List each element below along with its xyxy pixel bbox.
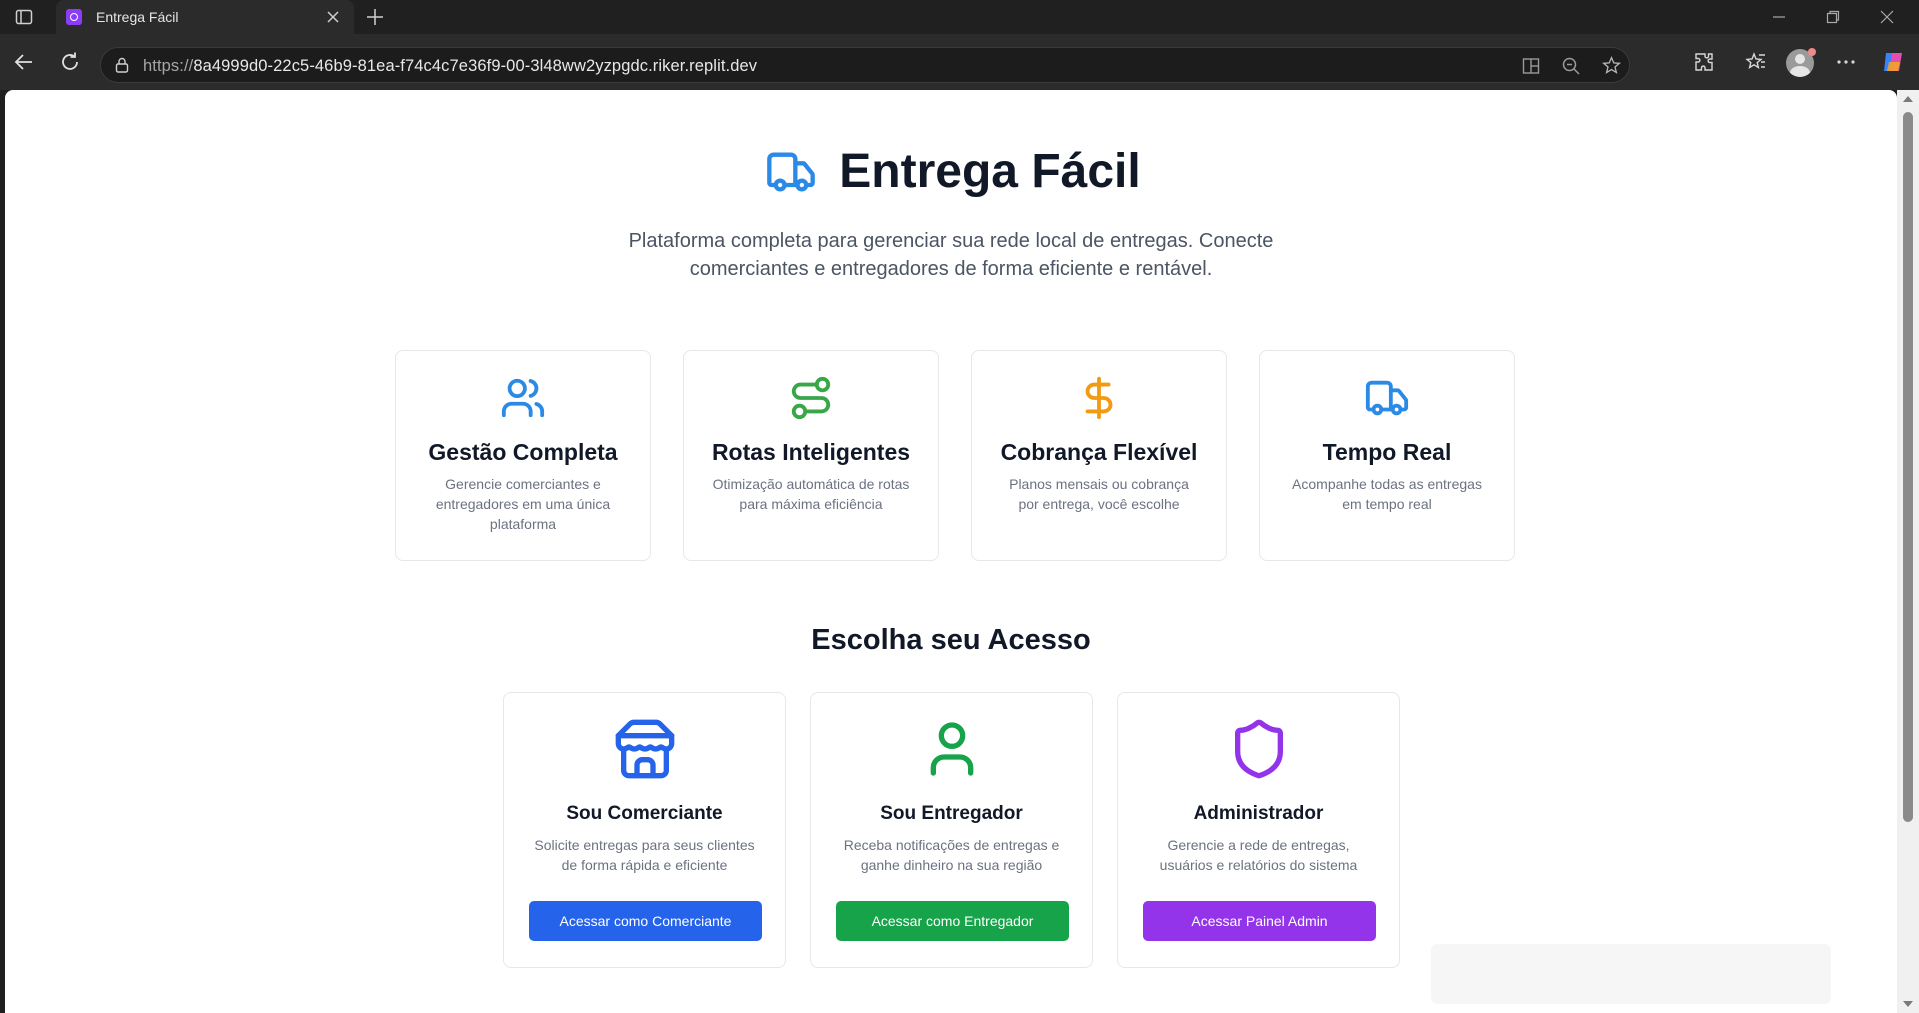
more-icon[interactable] <box>1834 50 1858 74</box>
feature-title: Rotas Inteligentes <box>711 439 911 465</box>
access-card-title: Sou Entregador <box>880 803 1023 824</box>
user-icon <box>930 722 973 776</box>
page-scrollbar[interactable] <box>1897 90 1919 1013</box>
truck-icon <box>1365 380 1409 416</box>
notification-dot <box>1808 48 1816 56</box>
access-card-title: Sou Comerciante <box>566 803 723 824</box>
feature-card-tempo-real: Tempo Real Acompanhe todas as entregas e… <box>1259 350 1515 561</box>
access-card-description: Receba notificações de entregas e ganhe … <box>843 837 1060 873</box>
scroll-down-arrow[interactable] <box>1903 1001 1913 1007</box>
tab-actions-icon[interactable] <box>14 7 34 27</box>
access-card-title: Administrador <box>1193 803 1324 824</box>
features-grid: Gestão Completa Gerencie comerciantes e … <box>395 350 1515 561</box>
feature-card-cobranca: Cobrança Flexível Planos mensais ou cobr… <box>971 350 1227 561</box>
tab-bar: Entrega Fácil <box>0 0 1919 34</box>
feature-card-gestao: Gestão Completa Gerencie comerciantes e … <box>395 350 651 561</box>
split-screen-icon[interactable] <box>1521 56 1541 76</box>
dollar-icon <box>1085 376 1113 420</box>
access-card-admin: Administrador Gerencie a rede de entrega… <box>1117 692 1400 968</box>
hero-section: Entrega Fácil Plataforma completa para g… <box>5 144 1897 283</box>
minimize-icon[interactable] <box>1770 8 1788 26</box>
access-card-description: Solicite entregas para seus clientes de … <box>534 837 755 873</box>
shield-icon <box>1234 719 1283 779</box>
favorites-icon[interactable] <box>1744 50 1768 74</box>
section-title: Escolha seu Acesso <box>811 624 1091 656</box>
address-bar[interactable]: https://8a4999d0-22c5-46b9-81ea-f74c4c7e… <box>100 47 1630 83</box>
extensions-icon[interactable] <box>1692 50 1716 74</box>
feature-description: Acompanhe todas as entregas em tempo rea… <box>1292 476 1482 512</box>
store-icon <box>615 719 674 779</box>
star-icon[interactable] <box>1601 55 1622 76</box>
hero-subtitle: Plataforma completa para gerenciar sua r… <box>628 230 1274 280</box>
feature-title: Cobrança Flexível <box>1000 439 1198 465</box>
copilot-icon[interactable] <box>1880 49 1906 75</box>
access-comerciante-button[interactable]: Acessar como Comerciante <box>529 901 762 941</box>
access-card-entregador: Sou Entregador Receba notificações de en… <box>810 692 1093 968</box>
feature-description: Otimização automática de rotas para máxi… <box>712 476 910 512</box>
back-icon[interactable] <box>12 50 36 74</box>
scroll-thumb[interactable] <box>1903 112 1913 822</box>
url-text: https://8a4999d0-22c5-46b9-81ea-f74c4c7e… <box>143 57 758 75</box>
access-entregador-button[interactable]: Acessar como Entregador <box>836 901 1069 941</box>
replit-favicon-icon <box>66 9 82 25</box>
access-card-comerciante: Sou Comerciante Solicite entregas para s… <box>503 692 786 968</box>
refresh-icon[interactable] <box>58 50 82 74</box>
tab-title: Entrega Fácil <box>96 9 179 25</box>
route-icon <box>791 376 831 420</box>
zoom-out-icon[interactable] <box>1561 56 1581 76</box>
page-title: Entrega Fácil <box>839 145 1141 198</box>
access-admin-button[interactable]: Acessar Painel Admin <box>1143 901 1376 941</box>
lock-icon[interactable] <box>113 56 131 74</box>
feature-card-rotas: Rotas Inteligentes Otimização automática… <box>683 350 939 561</box>
toast-placeholder <box>1431 944 1831 1004</box>
feature-description: Gerencie comerciantes e entregadores em … <box>435 476 611 532</box>
restore-icon[interactable] <box>1824 8 1842 26</box>
users-icon <box>501 378 545 418</box>
browser-tab[interactable]: Entrega Fácil <box>56 0 354 34</box>
browser-toolbar: https://8a4999d0-22c5-46b9-81ea-f74c4c7e… <box>0 34 1919 90</box>
access-grid: Sou Comerciante Solicite entregas para s… <box>503 692 1400 968</box>
plus-icon[interactable] <box>364 6 386 28</box>
access-card-description: Gerencie a rede de entregas, usuários e … <box>1159 837 1358 873</box>
page-viewport: Entrega Fácil Plataforma completa para g… <box>5 90 1897 1013</box>
scroll-up-arrow[interactable] <box>1903 96 1913 102</box>
feature-title: Tempo Real <box>1322 439 1452 465</box>
feature-description: Planos mensais ou cobrança por entrega, … <box>1009 476 1189 512</box>
feature-title: Gestão Completa <box>428 439 618 465</box>
truck-icon <box>767 152 816 191</box>
close-icon[interactable] <box>324 8 342 26</box>
window-close-icon[interactable] <box>1878 8 1896 26</box>
